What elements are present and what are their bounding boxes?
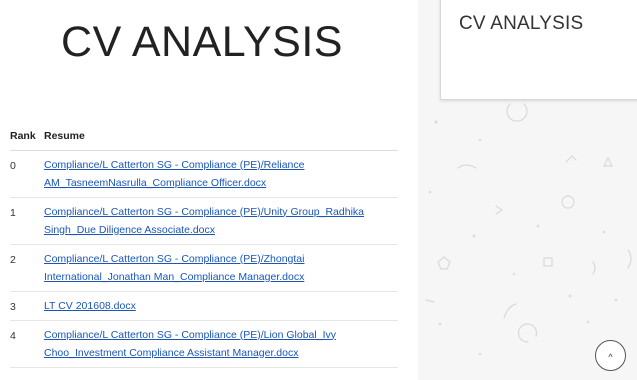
title-card: CV ANALYSIS	[440, 0, 637, 100]
resume-link[interactable]: Compliance/L Catterton SG - Compliance (…	[44, 253, 304, 283]
resume-cell: Compliance/L Catterton SG - Compliance (…	[44, 320, 398, 368]
resume-link[interactable]: Compliance/L Catterton SG - Compliance (…	[44, 329, 336, 359]
rank-cell: 3	[10, 291, 44, 321]
card-title: CV ANALYSIS	[459, 13, 584, 34]
table-row: 1 Compliance/L Catterton SG - Compliance…	[10, 197, 398, 245]
resume-link-line2: AM_TasneemNasrulla_Compliance Officer.do…	[44, 176, 267, 189]
rank-cell: 2	[10, 244, 44, 292]
page-title: CV ANALYSIS	[61, 18, 343, 66]
resume-link-line1: Compliance/L Catterton SG - Compliance (…	[44, 328, 336, 341]
resume-link-line1: Compliance/L Catterton SG - Compliance (…	[44, 158, 305, 171]
resume-link[interactable]: Compliance/L Catterton SG - Compliance (…	[44, 206, 364, 236]
main-panel: CV ANALYSIS Rank Resume 0 Compliance/L C…	[0, 0, 418, 380]
chevron-up-icon: ^	[608, 351, 613, 362]
resume-link-line1: LT CV 201608.docx	[44, 299, 136, 312]
resume-link-line1: Compliance/L Catterton SG - Compliance (…	[44, 252, 305, 265]
table-row: 0 Compliance/L Catterton SG - Compliance…	[10, 150, 398, 198]
resume-cell: Compliance/L Catterton SG - Compliance (…	[44, 150, 398, 198]
resume-cell: Compliance/L Catterton SG - Compliance (…	[44, 197, 398, 245]
resume-link[interactable]: Compliance/L Catterton SG - Compliance (…	[44, 159, 304, 189]
resume-cell: LT CV 201608.docx	[44, 291, 398, 321]
table-header-row: Rank Resume	[10, 124, 398, 151]
resume-cell: Compliance/L Catterton SG - Compliance (…	[44, 244, 398, 292]
rank-cell: 1	[10, 197, 44, 245]
table-row: 4 Compliance/L Catterton SG - Compliance…	[10, 320, 398, 368]
resume-link-line2: Singh_Due Diligence Associate.docx	[44, 223, 216, 236]
rank-cell: 4	[10, 320, 44, 368]
table-row: 2 Compliance/L Catterton SG - Compliance…	[10, 244, 398, 292]
side-panel: CV ANALYSIS ^	[418, 0, 637, 380]
scroll-to-top-button[interactable]: ^	[595, 340, 626, 371]
resume-link-line1: Compliance/L Catterton SG - Compliance (…	[44, 205, 364, 218]
column-header-rank: Rank	[10, 124, 44, 151]
table-row: 3 LT CV 201608.docx	[10, 291, 398, 321]
column-header-resume: Resume	[44, 124, 398, 151]
rank-cell: 0	[10, 150, 44, 198]
results-table: Rank Resume 0 Compliance/L Catterton SG …	[10, 124, 398, 368]
resume-link-line2: Choo_Investment Compliance Assistant Man…	[44, 346, 299, 359]
resume-link-line2: International_Jonathan Man_Compliance Ma…	[44, 270, 305, 283]
resume-link[interactable]: LT CV 201608.docx	[44, 300, 136, 312]
